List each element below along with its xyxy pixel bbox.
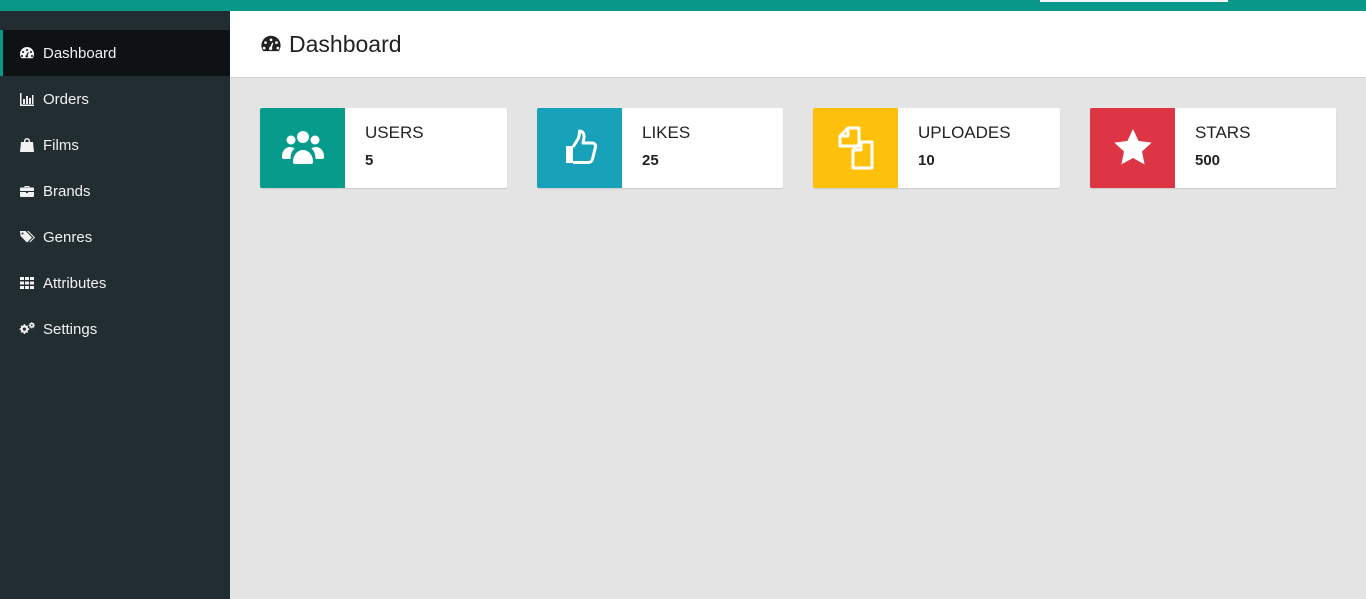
stat-value: 5 [365,152,374,169]
stat-icon-container [260,108,345,188]
grid-icon [18,275,35,291]
sidebar-item-orders[interactable]: Orders [0,76,230,122]
sidebar-item-label: Films [43,136,79,154]
tags-icon [18,229,35,245]
sidebar-item-label: Attributes [43,274,107,292]
cogs-icon [18,321,35,337]
sidebar-item-label: Settings [43,320,98,338]
sidebar-item-films[interactable]: Films [0,122,230,168]
sidebar-item-label: Genres [43,228,93,246]
stat-label: STARS [1195,123,1251,142]
dashboard-icon [259,33,283,55]
stat-value: 10 [918,152,935,169]
bar-chart-icon [18,91,35,107]
stat-value: 25 [642,152,659,169]
sidebar-item-label: Brands [43,182,91,200]
sidebar-item-brands[interactable]: Brands [0,168,230,214]
sidebar-item-settings[interactable]: Settings [0,306,230,352]
stat-box-uploades: UPLOADES 10 [813,108,1060,188]
stat-label: LIKES [642,123,691,142]
dashboard-icon [18,45,35,61]
topbar-search-field[interactable] [1040,0,1228,2]
briefcase-icon [18,183,35,199]
top-navbar [0,0,1366,11]
page-title: Dashboard [289,30,402,57]
stat-value: 500 [1195,152,1221,169]
sidebar-item-label: Orders [43,90,89,108]
sidebar-item-dashboard[interactable]: Dashboard [0,30,230,76]
stat-box-users: USERS 5 [260,108,507,188]
stat-icon-container [1090,108,1175,188]
stat-icon-container [813,108,898,188]
stat-icon-container [537,108,622,188]
stat-label: USERS [365,123,424,142]
files-icon [838,126,873,170]
stat-content: LIKES 25 [622,108,690,188]
stat-content: UPLOADES 10 [898,108,1011,188]
sidebar: Dashboard Orders Films Brands Genres Att… [0,11,230,599]
content-header: Dashboard [230,11,1366,78]
thumbs-up-icon [565,129,597,164]
sidebar-item-label: Dashboard [43,44,117,62]
sidebar-item-genres[interactable]: Genres [0,214,230,260]
star-icon [1113,129,1152,165]
stat-box-likes: LIKES 25 [537,108,783,188]
sidebar-item-attributes[interactable]: Attributes [0,260,230,306]
stat-content: STARS 500 [1175,108,1250,188]
users-icon [281,131,324,164]
stat-label: UPLOADES [918,123,1011,142]
stat-content: USERS 5 [345,108,424,188]
stat-box-stars: STARS 500 [1090,108,1336,188]
shopping-bag-icon [18,137,35,153]
